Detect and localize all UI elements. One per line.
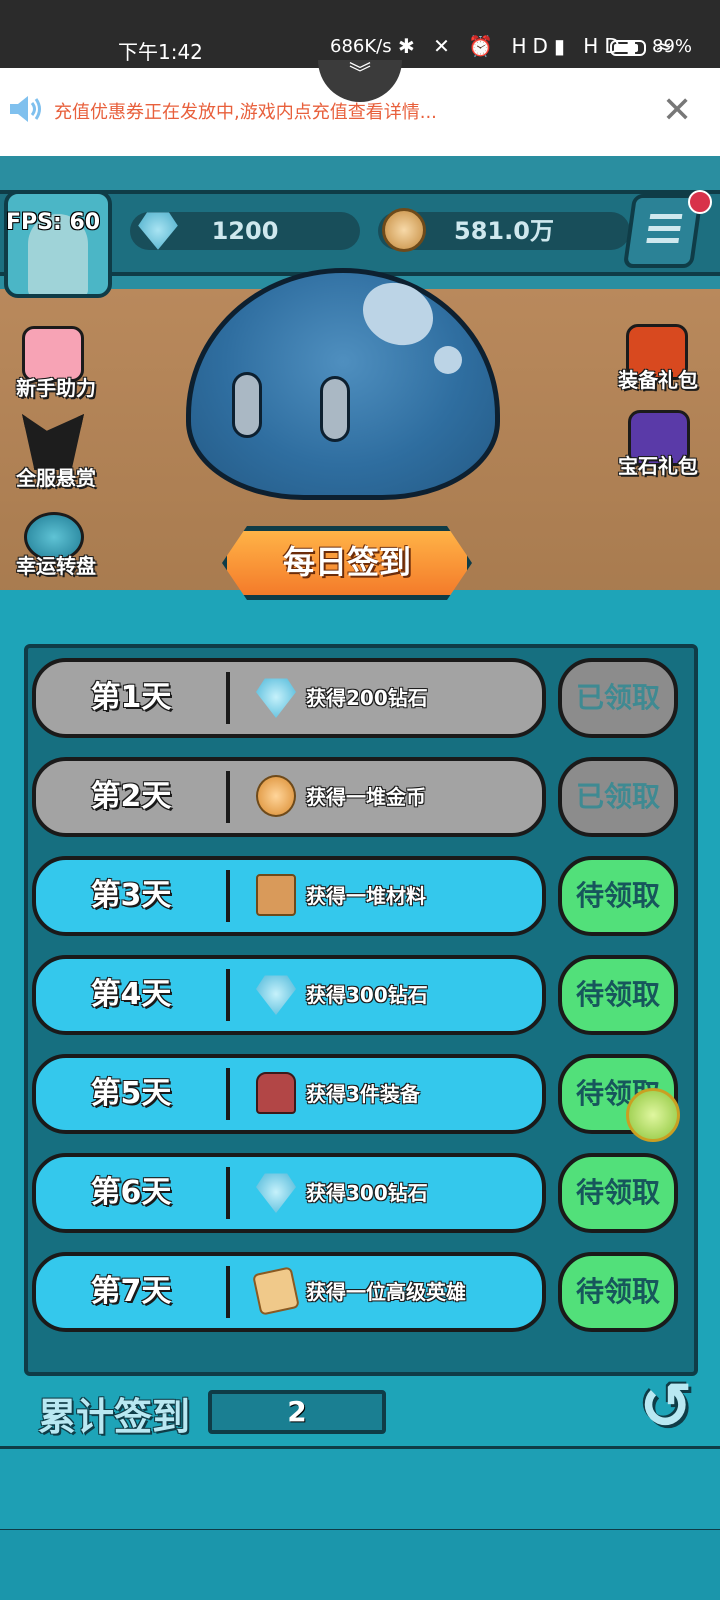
chest-icon [256, 1072, 296, 1114]
gem-pack-button[interactable]: 宝石礼包 [606, 450, 710, 479]
reward-text: 获得3件装备 [306, 1082, 420, 1106]
close-icon[interactable]: ✕ [662, 90, 692, 131]
bottom-area [0, 1530, 720, 1600]
coins-icon [256, 775, 296, 817]
day-label: 第7天 [90, 1274, 172, 1309]
day-label: 第6天 [90, 1175, 172, 1210]
slime-eye-left [232, 372, 262, 438]
notification-dot [688, 190, 712, 214]
box-icon [256, 874, 296, 916]
reward-text: 获得200钻石 [306, 686, 428, 710]
day-label: 第2天 [90, 779, 172, 814]
server-bounty-button[interactable]: 全服悬赏 [4, 462, 108, 491]
chevron-down-icon: ︾ [348, 62, 371, 87]
claim-button-day-3[interactable]: 待领取 [558, 856, 678, 936]
hero-avatar[interactable] [4, 190, 112, 298]
bottom-bar [0, 1446, 720, 1532]
back-arrow-icon: ↺ [639, 1370, 693, 1444]
fps-counter: FPS: 60 [6, 210, 101, 235]
day-row-7: 第7天 获得一位高级英雄 [32, 1252, 546, 1332]
day-label: 第3天 [90, 878, 172, 913]
slime-eye-right [320, 376, 350, 442]
day-row-2: 第2天 获得一堆金币 [32, 757, 546, 837]
claim-button-day-4[interactable]: 待领取 [558, 955, 678, 1035]
status-bar: 下午1:42 686K/s ✱ ✕ ⏰ HD▮ HD▮ ≈ 89% [0, 0, 720, 68]
lucky-wheel-button[interactable]: 幸运转盘 [4, 550, 108, 579]
diamond-icon [256, 678, 296, 718]
newbie-help-button[interactable]: 新手助力 [4, 372, 108, 401]
equipment-pack-button[interactable]: 装备礼包 [606, 364, 710, 393]
claim-button-day-6[interactable]: 待领取 [558, 1153, 678, 1233]
scroll-icon [252, 1266, 300, 1316]
day-row-3: 第3天 获得一堆材料 [32, 856, 546, 936]
row-divider [226, 672, 230, 724]
day-row-4: 第4天 获得300钻石 [32, 955, 546, 1035]
row-divider [226, 969, 230, 1021]
reward-text: 获得一堆金币 [306, 785, 426, 809]
claimed-button-day-2[interactable]: 已领取 [558, 757, 678, 837]
notice-text: 充值优惠券正在发放中,游戏内点充值查看详情... [54, 102, 437, 123]
slime-highlight-small [434, 346, 462, 374]
back-button[interactable]: ↺ [628, 1372, 704, 1442]
diamond-count: 1200 [211, 217, 279, 245]
day-row-6: 第6天 获得300钻石 [32, 1153, 546, 1233]
reward-text: 获得300钻石 [306, 1181, 428, 1205]
claim-button-day-7[interactable]: 待领取 [558, 1252, 678, 1332]
menu-icon [646, 214, 683, 244]
row-divider [226, 1068, 230, 1120]
row-divider [226, 1266, 230, 1318]
day-label: 第1天 [90, 680, 172, 715]
day-row-1: 第1天 获得200钻石 [32, 658, 546, 738]
reward-text: 获得300钻石 [306, 983, 428, 1007]
reward-text: 获得一位高级英雄 [306, 1280, 466, 1304]
coin-icon [382, 208, 426, 252]
speaker-icon [10, 96, 41, 122]
status-time: 下午1:42 [118, 40, 203, 64]
day-label: 第4天 [90, 977, 172, 1012]
battery-icon [610, 40, 646, 56]
row-divider [226, 870, 230, 922]
total-signin-label: 累计签到 [38, 1395, 191, 1439]
day-label: 第5天 [90, 1076, 172, 1111]
claimed-button-day-1[interactable]: 已领取 [558, 658, 678, 738]
row-divider [226, 1167, 230, 1219]
floating-assistant-icon[interactable] [626, 1088, 680, 1142]
coin-count: 581.0万 [454, 217, 554, 245]
diamond-icon [256, 975, 296, 1015]
reward-text: 获得一堆材料 [306, 884, 426, 908]
total-signin-count: 2 [208, 1390, 386, 1434]
row-divider [226, 771, 230, 823]
day-row-5: 第5天 获得3件装备 [32, 1054, 546, 1134]
battery-percent: 89% [652, 36, 693, 57]
diamond-icon [256, 1173, 296, 1213]
daily-signin-title: 每日签到 [222, 526, 472, 600]
network-speed: 686K/s [330, 36, 392, 57]
